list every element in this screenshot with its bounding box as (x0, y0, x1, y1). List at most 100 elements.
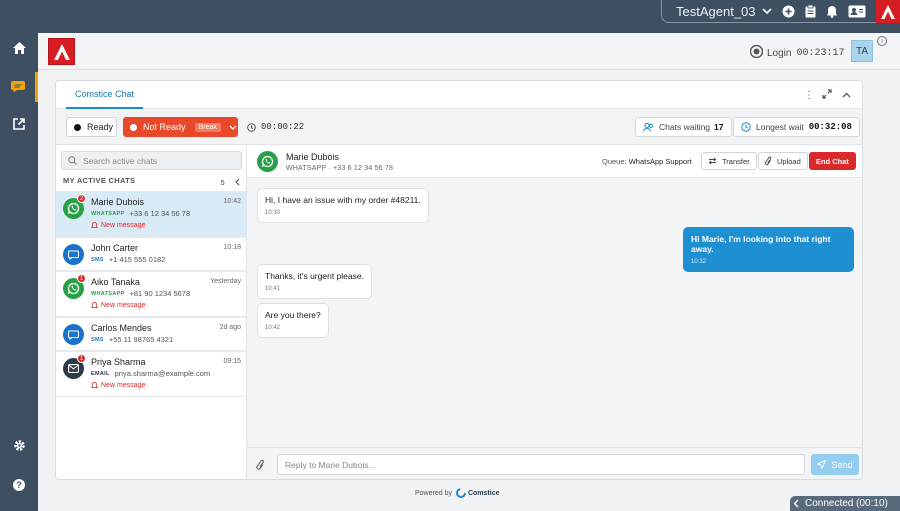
conversation-pane: Marie Dubois WHATSAPP · +33 6 12 34 56 7… (247, 145, 862, 479)
bell-icon[interactable] (826, 5, 838, 18)
more-vertical-icon[interactable]: ⋮ (804, 90, 814, 101)
new-message-label: New message (101, 222, 146, 229)
chat-name: Priya Sharma (91, 357, 146, 367)
sms-icon (63, 244, 84, 265)
chevron-left-icon[interactable] (793, 499, 799, 508)
break-badge: Break (194, 122, 221, 132)
unread-badge: 1 (77, 274, 86, 283)
message-text: Hi, I have an issue with my order #48211… (265, 195, 421, 205)
contact-card-icon[interactable] (848, 5, 866, 18)
channel-label: WHATSAPP (91, 210, 125, 217)
external-link-icon (13, 118, 25, 132)
new-message-indicator: New message (91, 222, 145, 229)
chats-waiting-label: Chats waiting (659, 122, 711, 132)
chats-waiting-count: 17 (714, 122, 724, 132)
top-bar: TestAgent_03 (0, 0, 900, 33)
svg-text:?: ? (16, 480, 22, 490)
channel-label: EMAIL (91, 370, 110, 377)
contact-channel: WHATSAPP · +33 6 12 34 56 78 (286, 165, 394, 172)
brand-name: Comstice (467, 489, 500, 497)
nav-home[interactable] (0, 34, 38, 64)
list-item[interactable]: 1 Priya Sharma 09:15 EMAIL priya.sharma@… (56, 351, 246, 397)
chats-waiting-chip: Chats waiting 17 (635, 117, 732, 137)
add-icon[interactable] (782, 5, 795, 18)
message-bubble-in: Thanks, it's urgent please. 10:41 (257, 264, 372, 299)
chevron-down-icon[interactable] (229, 125, 237, 130)
app-header: Login 00:23:17 TA i (38, 33, 900, 70)
help-icon: ? (13, 479, 25, 493)
chat-channel: SMS +55 11 98765 4321 (91, 335, 173, 344)
send-label: Send (831, 459, 853, 470)
message-bubble-out: Hi Marie, I'm looking into that right aw… (683, 227, 854, 272)
nav-external[interactable] (0, 110, 38, 140)
home-icon (12, 42, 26, 56)
list-item[interactable]: 2 Marie Dubois 10:42 WHATSAPP +33 6 12 3… (56, 191, 246, 237)
nav-help[interactable]: ? (0, 471, 38, 501)
nav-chat[interactable] (0, 72, 38, 102)
transfer-icon (708, 157, 717, 165)
transfer-button[interactable]: Transfer (701, 152, 757, 170)
bell-icon (91, 382, 98, 389)
chat-list: 2 Marie Dubois 10:42 WHATSAPP +33 6 12 3… (56, 191, 246, 397)
clipboard-icon[interactable] (805, 4, 816, 18)
avatar[interactable]: TA (851, 40, 873, 62)
conversation-header: Marie Dubois WHATSAPP · +33 6 12 34 56 7… (247, 145, 862, 178)
channel-label: SMS (91, 336, 104, 343)
chat-time: 2d ago (219, 324, 241, 331)
upload-button[interactable]: Upload (758, 152, 808, 170)
not-ready-button[interactable]: Not Ready Break (123, 117, 238, 137)
new-message-label: New message (101, 382, 146, 389)
whatsapp-icon (257, 151, 278, 172)
chevron-up-icon[interactable] (842, 90, 851, 101)
expand-icon[interactable] (822, 89, 832, 102)
chat-time: 09:15 (223, 358, 241, 365)
transfer-label: Transfer (722, 156, 750, 166)
info-icon[interactable]: i (877, 36, 887, 46)
chat-contact: +81 90 1234 5678 (129, 289, 191, 298)
state-timer: 00:00:22 (247, 122, 304, 132)
section-title: MY ACTIVE CHATS (63, 176, 136, 185)
gear-icon (13, 439, 26, 454)
agent-menu[interactable]: TestAgent_03 (661, 0, 876, 23)
tab-comstice-chat[interactable]: Comstice Chat (66, 81, 144, 109)
list-item[interactable]: 1 Aiko Tanaka Yesterday WHATSAPP +81 90 … (56, 271, 246, 317)
composer: Reply to Marie Dubois... Send (247, 447, 862, 479)
login-time: 00:23:17 (796, 47, 845, 59)
chevron-left-icon[interactable] (234, 178, 240, 186)
unread-badge: 2 (77, 194, 86, 203)
tab-row: Comstice Chat ⋮ (56, 81, 862, 109)
chat-name: Carlos Mendes (91, 323, 152, 333)
end-chat-button[interactable]: End Chat (809, 152, 856, 170)
list-item[interactable]: John Carter 10:18 SMS +1 415 555 0182 (56, 237, 246, 271)
chat-bubble-icon (10, 80, 25, 95)
reply-input[interactable]: Reply to Marie Dubois... (277, 454, 805, 475)
channel-label: WHATSAPP (91, 290, 125, 297)
search-icon (68, 156, 77, 165)
message-text: Hi Marie, I'm looking into that right aw… (691, 234, 831, 254)
chat-time: 10:18 (223, 244, 241, 251)
clock-icon (741, 122, 751, 132)
chevron-down-icon[interactable] (761, 7, 772, 15)
ready-label: Ready (87, 122, 114, 132)
search-input[interactable]: Search active chats (61, 151, 242, 170)
search-placeholder: Search active chats (83, 155, 158, 166)
list-item[interactable]: Carlos Mendes 2d ago SMS +55 11 98765 43… (56, 317, 246, 351)
message-time: 10:30 (265, 210, 281, 216)
message-time: 10:42 (265, 325, 281, 331)
agent-name[interactable]: TestAgent_03 (676, 4, 756, 19)
connection-label: Connected (00:10) (805, 498, 888, 509)
chat-channel: WHATSAPP +81 90 1234 5678 (91, 289, 190, 298)
send-button[interactable]: Send (811, 454, 859, 475)
connection-status[interactable]: Connected (00:10) (790, 496, 900, 511)
channel-label: SMS (91, 256, 104, 263)
ready-button[interactable]: Ready (66, 117, 117, 137)
send-icon (817, 460, 827, 469)
paperclip-icon[interactable] (256, 459, 265, 471)
chat-name: John Carter (91, 243, 139, 253)
chat-name: Marie Dubois (91, 197, 145, 207)
message-time: 10:41 (265, 286, 281, 292)
login-label: Login (767, 47, 792, 59)
chat-channel: WHATSAPP +33 6 12 34 56 78 (91, 209, 190, 218)
new-message-indicator: New message (91, 302, 145, 309)
nav-settings[interactable] (0, 431, 38, 461)
